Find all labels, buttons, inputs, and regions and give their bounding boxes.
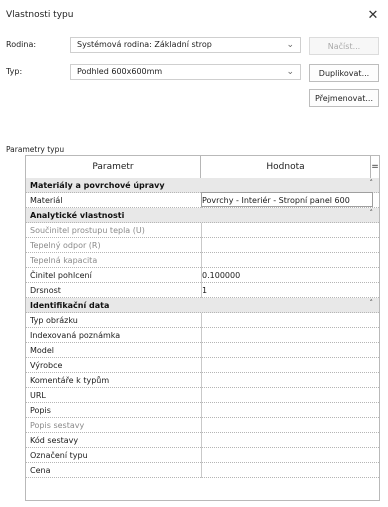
parameter-value[interactable]: 1 bbox=[202, 283, 372, 298]
title-bar: Vlastnosti typu ✕ bbox=[0, 0, 388, 28]
parameter-row[interactable]: Komentáře k typům bbox=[26, 373, 379, 388]
parameter-row[interactable]: Cena bbox=[26, 463, 379, 478]
group-header-row[interactable]: Analytické vlastnosti ˄ bbox=[26, 208, 379, 223]
parameter-name: Materiál bbox=[30, 196, 63, 205]
parameter-row[interactable]: Tepelná kapacita bbox=[26, 253, 379, 268]
parameter-row[interactable]: Činitel pohlcení 0.100000 bbox=[26, 268, 379, 283]
duplicate-button[interactable]: Duplikovat... bbox=[309, 64, 379, 82]
group-label: Materiály a povrchové úpravy bbox=[30, 181, 165, 190]
group-header-row[interactable]: Identifikační data ˄ bbox=[26, 298, 379, 313]
parameter-name: Tepelná kapacita bbox=[30, 256, 98, 265]
family-select-value: Systémová rodina: Základní strop bbox=[77, 40, 212, 49]
parameter-name: Součinitel prostupu tepla (U) bbox=[30, 226, 145, 235]
parameter-name: Komentáře k typům bbox=[30, 376, 110, 385]
column-header-parameter[interactable]: Parametr bbox=[26, 156, 201, 178]
parameter-name: Označení typu bbox=[30, 451, 88, 460]
parameter-row[interactable]: Označení typu bbox=[26, 448, 379, 463]
column-divider bbox=[201, 238, 202, 253]
load-button[interactable]: Načíst... bbox=[309, 37, 379, 55]
window-title: Vlastnosti typu bbox=[6, 10, 74, 20]
parameter-value[interactable]: Povrchy - Interiér - Stropní panel 600 bbox=[202, 193, 372, 208]
column-divider bbox=[201, 463, 202, 478]
grid-header: Parametr Hodnota = bbox=[26, 156, 379, 179]
parameter-name: Typ obrázku bbox=[30, 316, 78, 325]
column-divider bbox=[201, 313, 202, 328]
column-divider bbox=[201, 388, 202, 403]
parameter-name: Drsnost bbox=[30, 286, 61, 295]
parameter-name: Popis bbox=[30, 406, 51, 415]
column-divider bbox=[201, 223, 202, 238]
collapse-chevron-icon[interactable]: ˄ bbox=[370, 299, 374, 307]
column-divider bbox=[201, 448, 202, 463]
parameters-grid: Parametr Hodnota = Materiály a povrchové… bbox=[25, 155, 380, 501]
collapse-chevron-icon[interactable]: ˄ bbox=[370, 209, 374, 217]
parameter-row[interactable]: Popis bbox=[26, 403, 379, 418]
parameter-name: Kód sestavy bbox=[30, 436, 79, 445]
parameter-row[interactable]: Součinitel prostupu tepla (U) bbox=[26, 223, 379, 238]
parameter-row[interactable]: Indexovaná poznámka bbox=[26, 328, 379, 343]
parameter-name: Cena bbox=[30, 466, 51, 475]
column-header-value[interactable]: Hodnota bbox=[201, 156, 371, 178]
type-parameters-label: Parametry typu bbox=[6, 145, 65, 154]
parameter-row[interactable]: Popis sestavy bbox=[26, 418, 379, 433]
column-divider bbox=[201, 328, 202, 343]
parameter-name: Indexovaná poznámka bbox=[30, 331, 121, 340]
parameter-name: Model bbox=[30, 346, 55, 355]
column-divider bbox=[201, 433, 202, 448]
chevron-down-icon: ⌄ bbox=[286, 67, 294, 77]
parameter-row[interactable]: Materiál Povrchy - Interiér - Stropní pan… bbox=[26, 192, 379, 208]
parameter-row[interactable]: Model bbox=[26, 343, 379, 358]
column-divider bbox=[201, 403, 202, 418]
column-divider bbox=[201, 343, 202, 358]
parameter-row[interactable]: Tepelný odpor (R) bbox=[26, 238, 379, 253]
family-label: Rodina: bbox=[6, 40, 37, 49]
family-select[interactable]: Systémová rodina: Základní strop ⌄ bbox=[70, 37, 301, 53]
close-icon[interactable]: ✕ bbox=[364, 6, 382, 24]
parameter-row[interactable]: URL bbox=[26, 388, 379, 403]
parameter-row[interactable]: Výrobce bbox=[26, 358, 379, 373]
parameter-value[interactable]: 0.100000 bbox=[202, 268, 372, 283]
grid-rows: Materiály a povrchové úpravy ˄ Materiál Pov… bbox=[26, 178, 379, 478]
type-select-value: Podhled 600x600mm bbox=[77, 67, 163, 76]
parameter-name: Popis sestavy bbox=[30, 421, 85, 430]
collapse-chevron-icon[interactable]: ˄ bbox=[370, 179, 374, 187]
column-divider bbox=[201, 373, 202, 388]
parameter-name: Výrobce bbox=[30, 361, 63, 370]
parameter-row[interactable]: Drsnost 1 bbox=[26, 283, 379, 298]
parameter-row[interactable]: Kód sestavy bbox=[26, 433, 379, 448]
group-header-row[interactable]: Materiály a povrchové úpravy ˄ bbox=[26, 178, 379, 193]
chevron-down-icon: ⌄ bbox=[286, 40, 294, 50]
column-divider bbox=[201, 358, 202, 373]
rename-button[interactable]: Přejmenovat... bbox=[309, 89, 379, 107]
type-select[interactable]: Podhled 600x600mm ⌄ bbox=[70, 64, 301, 80]
parameter-row[interactable]: Typ obrázku bbox=[26, 313, 379, 328]
parameter-name: Činitel pohlcení bbox=[30, 271, 92, 280]
column-divider bbox=[201, 418, 202, 433]
column-divider bbox=[201, 253, 202, 268]
column-header-formula[interactable]: = bbox=[371, 156, 379, 178]
group-label: Analytické vlastnosti bbox=[30, 211, 125, 220]
group-label: Identifikační data bbox=[30, 301, 110, 310]
parameter-name: Tepelný odpor (R) bbox=[30, 241, 101, 250]
parameter-name: URL bbox=[30, 391, 46, 400]
type-label: Typ: bbox=[6, 67, 23, 76]
